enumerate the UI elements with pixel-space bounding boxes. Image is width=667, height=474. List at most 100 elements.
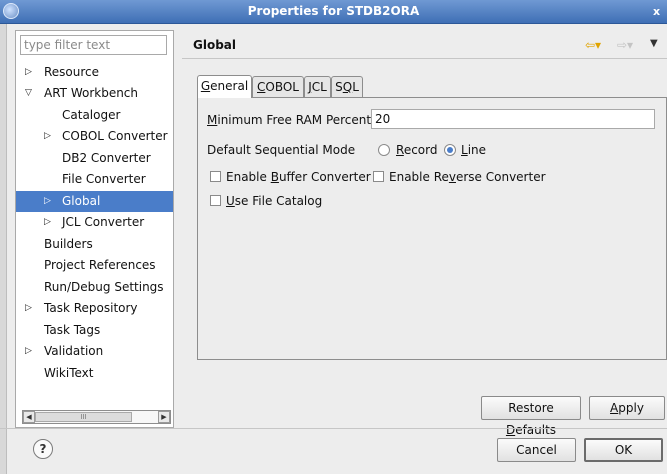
label-mnemonic: L: [461, 143, 468, 157]
buffer-converter-checkbox[interactable]: [210, 171, 221, 182]
restore-defaults-button[interactable]: Restore Defaults: [481, 396, 581, 437]
tree-item-builders[interactable]: Builders: [16, 234, 173, 255]
ram-percent-label: Minimum Free RAM Percent: [207, 113, 371, 127]
panel-sash[interactable]: [176, 30, 182, 428]
view-menu-icon[interactable]: ▼: [650, 38, 658, 49]
button-label-part: efaults: [515, 423, 557, 437]
label-part: se File Catalog: [234, 194, 323, 208]
record-radio[interactable]: [378, 144, 390, 156]
tree-item-label: COBOL Converter: [62, 129, 168, 143]
tree-item-art-workbench[interactable]: ▽ ART Workbench: [16, 83, 173, 104]
tab-label-part: CL: [311, 80, 327, 94]
tree-item-label: Task Tags: [44, 323, 101, 337]
help-icon[interactable]: ?: [33, 439, 53, 459]
expand-arrow-icon[interactable]: ▷: [44, 191, 51, 212]
ok-button[interactable]: OK: [584, 438, 663, 462]
collapse-arrow-icon[interactable]: ▽: [25, 83, 32, 104]
apply-button[interactable]: Apply: [589, 396, 665, 420]
tree-item-global[interactable]: ▷ Global: [16, 191, 173, 212]
tree-item-file-converter[interactable]: File Converter: [16, 169, 173, 190]
tree-item-label: File Converter: [62, 172, 146, 186]
expand-arrow-icon[interactable]: ▷: [44, 212, 51, 233]
tab-jcl[interactable]: JCL: [304, 76, 331, 97]
line-radio-label[interactable]: Line: [461, 143, 486, 157]
label-part: ecord: [403, 143, 438, 157]
scroll-left-icon[interactable]: ◀: [23, 411, 35, 423]
reverse-converter-checkbox[interactable]: [373, 171, 384, 182]
tree-item-label: Cataloger: [62, 108, 121, 122]
tab-mnemonic: Q: [342, 80, 353, 94]
tree-item-wikitext[interactable]: WikiText: [16, 363, 173, 384]
tree-item-label: Global: [62, 194, 101, 208]
preference-tree-panel: ▷ Resource ▽ ART Workbench Cataloger ▷ C…: [15, 30, 174, 428]
window-title: Properties for STDB2ORA: [247, 4, 420, 18]
tree-item-resource[interactable]: ▷ Resource: [16, 62, 173, 83]
file-catalog-label[interactable]: Use File Catalog: [226, 194, 322, 208]
tree-item-db2-converter[interactable]: DB2 Converter: [16, 148, 173, 169]
tree-item-label: JCL Converter: [62, 215, 145, 229]
tree-item-cataloger[interactable]: Cataloger: [16, 105, 173, 126]
tree-item-label: ART Workbench: [44, 86, 139, 100]
label-mnemonic: v: [448, 170, 456, 184]
expand-arrow-icon[interactable]: ▷: [44, 126, 51, 147]
tree-item-jcl-converter[interactable]: ▷ JCL Converter: [16, 212, 173, 233]
tree-item-label: Builders: [44, 237, 93, 251]
label-mnemonic: M: [207, 113, 218, 127]
seq-mode-label: Default Sequential Mode: [207, 143, 356, 157]
label-part: ine: [467, 143, 487, 157]
button-mnemonic: D: [505, 423, 516, 437]
label-part: uffer Converter: [278, 170, 371, 184]
tab-cobol[interactable]: COBOL: [252, 76, 304, 97]
expand-arrow-icon[interactable]: ▷: [25, 341, 32, 362]
tree-item-cobol-converter[interactable]: ▷ COBOL Converter: [16, 126, 173, 147]
window-left-edge: [0, 23, 7, 474]
tab-mnemonic: G: [200, 79, 211, 93]
label-part: Enable: [226, 170, 271, 184]
header-divider: [182, 58, 667, 59]
tab-general[interactable]: General: [197, 75, 252, 98]
title-bar[interactable]: Properties for STDB2ORA x: [0, 0, 667, 24]
tree-horizontal-scrollbar[interactable]: ◀ III ▶: [22, 410, 171, 424]
tree-item-task-tags[interactable]: Task Tags: [16, 320, 173, 341]
tab-sql[interactable]: SQL: [331, 76, 363, 97]
page-title: Global: [193, 38, 237, 52]
tree-item-task-repository[interactable]: ▷ Task Repository: [16, 298, 173, 319]
label-part: Enable Re: [389, 170, 449, 184]
tree-item-label: Validation: [44, 344, 104, 358]
buffer-converter-label[interactable]: Enable Buffer Converter: [226, 170, 371, 184]
expand-arrow-icon[interactable]: ▷: [25, 62, 32, 83]
tree-item-validation[interactable]: ▷ Validation: [16, 341, 173, 362]
ram-percent-input[interactable]: [371, 109, 655, 129]
label-mnemonic: B: [270, 170, 279, 184]
filter-input[interactable]: [20, 35, 167, 55]
tree-item-label: DB2 Converter: [62, 151, 151, 165]
scroll-thumb[interactable]: III: [35, 412, 132, 422]
tab-label-part: S: [335, 80, 343, 94]
tree-item-label: WikiText: [44, 366, 94, 380]
tab-label-part: L: [352, 80, 359, 94]
record-radio-label[interactable]: Record: [396, 143, 437, 157]
label-part: erse Converter: [455, 170, 546, 184]
footer-divider: [0, 428, 667, 429]
tree-item-label: Resource: [44, 65, 100, 79]
back-arrow-icon[interactable]: ⇦▾: [585, 38, 601, 52]
expand-arrow-icon[interactable]: ▷: [25, 298, 32, 319]
button-label-part: pply: [618, 401, 644, 415]
close-icon[interactable]: x: [649, 4, 664, 19]
button-label-part: Restore: [508, 401, 554, 415]
label-mnemonic: U: [226, 194, 235, 208]
tree-item-label: Project References: [44, 258, 156, 272]
tab-label-part: OBOL: [265, 80, 299, 94]
cancel-button[interactable]: Cancel: [497, 438, 576, 462]
file-catalog-checkbox[interactable]: [210, 195, 221, 206]
forward-arrow-icon[interactable]: ⇨▾: [617, 38, 633, 52]
label-part: inimum Free RAM Percent: [217, 113, 372, 127]
label-mnemonic: R: [396, 143, 404, 157]
scroll-right-icon[interactable]: ▶: [158, 411, 170, 423]
line-radio[interactable]: [444, 144, 456, 156]
tree-item-project-references[interactable]: Project References: [16, 255, 173, 276]
tree-item-label: Run/Debug Settings: [44, 280, 164, 294]
tab-label-part: eneral: [210, 79, 249, 93]
tree-item-run-debug-settings[interactable]: Run/Debug Settings: [16, 277, 173, 298]
reverse-converter-label[interactable]: Enable Reverse Converter: [389, 170, 546, 184]
